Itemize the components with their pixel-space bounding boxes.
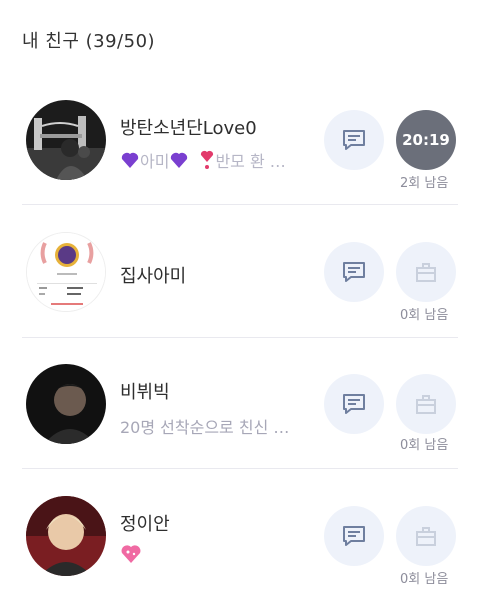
remaining-count: 0회 남음 (400, 572, 449, 587)
status-text-2: 반모 환 … (215, 152, 286, 171)
message-icon (343, 526, 365, 546)
gift-button[interactable] (396, 374, 456, 434)
avatar[interactable] (26, 496, 106, 576)
divider (22, 468, 458, 469)
friend-row[interactable]: 집사아미 0회 남음 (0, 206, 480, 338)
message-button[interactable] (324, 506, 384, 566)
message-icon (343, 130, 365, 150)
gift-button[interactable] (396, 242, 456, 302)
friend-row[interactable]: 정이안 0회 남음 (0, 470, 480, 595)
message-button[interactable] (324, 110, 384, 170)
friend-status (120, 544, 142, 564)
friend-name: 집사아미 (120, 266, 187, 287)
friend-status: 20명 선착순으로 친신 … (120, 418, 290, 437)
friend-name: 방탄소년단Love0 (120, 118, 257, 139)
friend-status: 아미 반모 환 … (120, 148, 286, 172)
gift-icon (416, 263, 436, 282)
gift-icon (416, 395, 436, 414)
message-icon (343, 394, 365, 414)
divider (22, 204, 458, 205)
status-text: 아미 (140, 152, 170, 171)
avatar[interactable] (26, 232, 106, 312)
friend-name: 비뷔빅 (120, 382, 170, 403)
avatar[interactable] (26, 364, 106, 444)
friend-row[interactable]: 비뷔빅 20명 선착순으로 친신 … 0회 남음 (0, 338, 480, 470)
heart-exclamation-icon (201, 150, 214, 169)
message-icon (343, 262, 365, 282)
remaining-count: 0회 남음 (400, 308, 449, 323)
avatar[interactable] (26, 100, 106, 180)
friend-name: 정이안 (120, 514, 170, 535)
gift-timer-button[interactable]: 20:19 (396, 110, 456, 170)
message-button[interactable] (324, 374, 384, 434)
friends-page: 내 친구 (39/50) 방탄소년단Love0 아미 반모 환 … 20:19 … (0, 0, 480, 595)
friend-row[interactable]: 방탄소년단Love0 아미 반모 환 … 20:19 2회 남음 (0, 74, 480, 206)
purple-heart-icon (171, 152, 188, 168)
remaining-count: 0회 남음 (400, 438, 449, 453)
gift-button[interactable] (396, 506, 456, 566)
purple-heart-icon (121, 152, 139, 168)
remaining-count: 2회 남음 (400, 176, 449, 191)
gift-icon (416, 527, 436, 546)
message-button[interactable] (324, 242, 384, 302)
page-title: 내 친구 (39/50) (22, 31, 156, 52)
sparkling-heart-icon (121, 545, 141, 563)
